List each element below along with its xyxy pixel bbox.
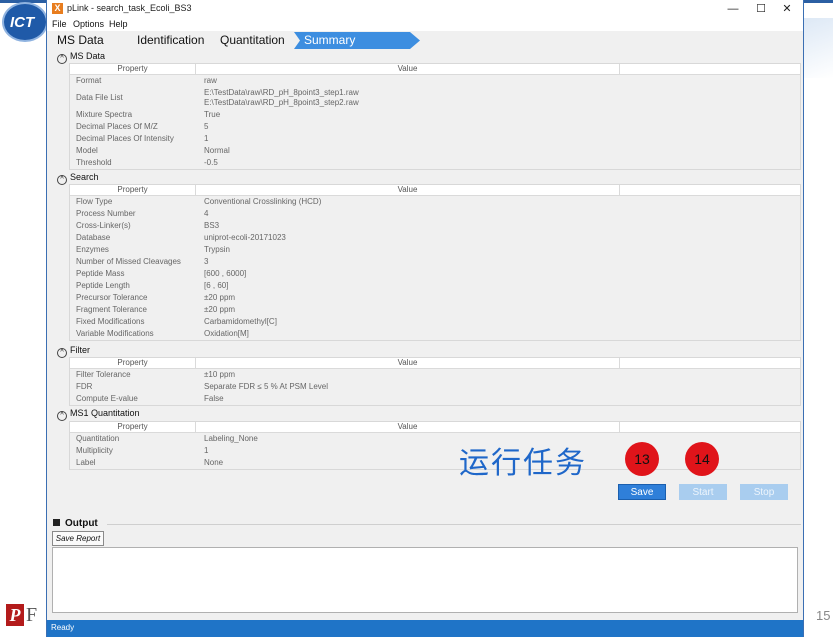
output-divider [107,524,801,525]
tab-summary-label: Summary [304,33,356,47]
grid-header: Property Value [70,358,800,369]
grid-row: Cross-Linker(s) BS3 [76,221,220,230]
grid-row: Variable Modifications Oxidation[M] [76,329,249,338]
grid-row: Model Normal [76,146,230,155]
window-title: pLink - search_task_Ecoli_BS3 [67,3,192,13]
grid-row: Compute E-value False [76,394,224,403]
grid-row: Peptide Length [6 , 60] [76,281,229,290]
grid-row: Format raw [76,76,217,85]
grid-row: Filter Tolerance ±10 ppm [76,370,236,379]
grid-header: Property Value [70,422,800,433]
wizard-tabs: MS Data Identification Quantitation Summ… [47,31,803,49]
section-ms1-quantitation[interactable]: ^ MS1 Quantitation [57,408,140,421]
tab-identification[interactable]: Identification [137,33,204,47]
step-badge-14: 14 [685,442,719,476]
grid-row: Fragment Tolerance ±20 ppm [76,305,236,314]
grid-row: Data File List E:\TestData\raw\RD_pH_8poi… [76,88,359,107]
menu-bar: File Options Help [47,18,803,31]
minimize-button[interactable]: — [719,1,747,17]
search-grid: Property Value Flow Type Conventional Cros… [69,184,801,341]
save-report-button[interactable]: Save Report [52,531,104,546]
grid-row: Decimal Places Of Intensity 1 [76,134,209,143]
stop-button[interactable]: Stop [740,484,788,500]
ict-logo: ICT [2,2,48,42]
square-icon [53,519,60,526]
grid-header: Property Value [70,64,800,75]
grid-row: Flow Type Conventional Crosslinking (HCD) [76,197,322,206]
footer-logo-letter: F [26,604,38,626]
plink-window: X pLink - search_task_Ecoli_BS3 — ☐ ✕ Fi… [46,0,804,637]
status-text: Ready [51,623,75,632]
grid-row: Fixed Modifications Carbamidomethyl[C] [76,317,277,326]
grid-header: Property Value [70,185,800,196]
run-task-annotation: 运行任务 [459,446,587,481]
tab-summary[interactable]: Summary [294,32,420,49]
status-bar: Ready [47,620,803,637]
collapse-icon: ^ [57,175,67,185]
grid-row: FDR Separate FDR ≤ 5 % At PSM Level [76,382,328,391]
maximize-button[interactable]: ☐ [747,1,775,17]
slide-page-number: 15 [816,608,831,623]
footer-logo: P [6,604,24,626]
output-section-title: Output [53,518,98,529]
grid-row: Process Number 4 [76,209,209,218]
grid-row: Decimal Places Of M/Z 5 [76,122,209,131]
menu-file[interactable]: File [52,19,67,29]
grid-row: Database uniprot-ecoli-20171023 [76,233,286,242]
start-button[interactable]: Start [679,484,727,500]
close-button[interactable]: ✕ [773,1,801,17]
grid-row: Number of Missed Cleavages 3 [76,257,209,266]
grid-row: Quantitation Labeling_None [76,434,258,443]
grid-row: Peptide Mass [600 , 6000] [76,269,247,278]
grid-row: Mixture Spectra True [76,110,221,119]
filter-grid: Property Value Filter Tolerance ±10 ppm FD… [69,357,801,406]
menu-options[interactable]: Options [73,19,104,29]
collapse-icon: ^ [57,411,67,421]
grid-row: Precursor Tolerance ±20 ppm [76,293,236,302]
tab-quantitation[interactable]: Quantitation [220,33,285,47]
menu-help[interactable]: Help [109,19,128,29]
collapse-icon: ^ [57,348,67,358]
tab-ms-data[interactable]: MS Data [57,33,104,47]
output-log-area[interactable] [52,547,798,613]
app-icon: X [52,3,63,14]
save-button[interactable]: Save [618,484,666,500]
collapse-icon: ^ [57,54,67,64]
grid-row: Enzymes Trypsin [76,245,230,254]
ms-data-grid: Property Value Format raw Data File List E:… [69,63,801,170]
summary-panel: ^ MS Data Property Value Format raw Data Fi… [53,50,801,470]
step-badge-13: 13 [625,442,659,476]
title-bar: X pLink - search_task_Ecoli_BS3 — ☐ ✕ [47,0,803,18]
grid-row: Threshold -0.5 [76,158,218,167]
